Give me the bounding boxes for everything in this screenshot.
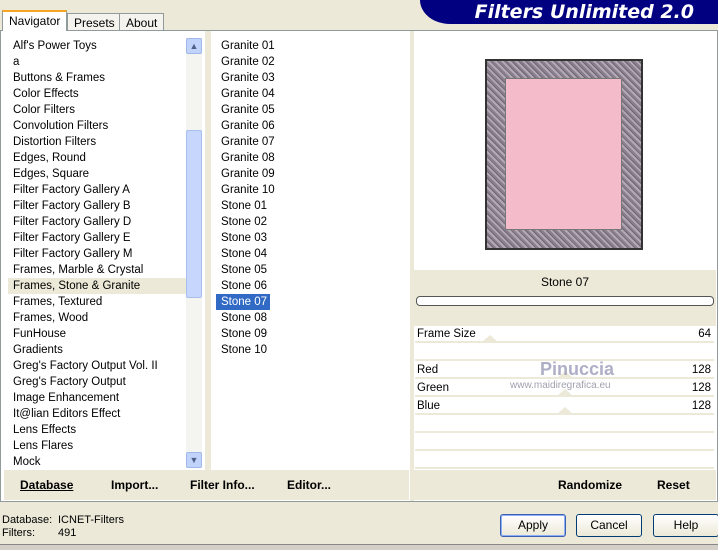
app-banner: Filters Unlimited 2.0	[420, 0, 718, 24]
right-action-bar: Randomize Reset	[414, 470, 716, 500]
category-item[interactable]: Filter Factory Gallery B	[8, 198, 186, 214]
category-item[interactable]: Filter Factory Gallery E	[8, 230, 186, 246]
background-taskbar	[0, 544, 718, 550]
filter-item[interactable]: Stone 09	[216, 326, 406, 342]
filters-label: Filters:	[2, 527, 35, 539]
category-item[interactable]: a	[8, 54, 186, 70]
filter-item[interactable]: Granite 09	[216, 166, 406, 182]
filter-list[interactable]: Granite 01Granite 02Granite 03Granite 04…	[216, 38, 406, 358]
preview-frame	[485, 59, 643, 250]
filter-item[interactable]: Stone 05	[216, 262, 406, 278]
category-item[interactable]: It@lian Editors Effect	[8, 406, 186, 422]
category-item[interactable]: Edges, Square	[8, 166, 186, 182]
category-item[interactable]: Edges, Round	[8, 150, 186, 166]
slider-empty	[415, 416, 714, 433]
slider-value: 64	[698, 328, 711, 340]
scroll-down-icon[interactable]: ▼	[186, 452, 202, 468]
category-list[interactable]: Alf's Power Toys a Buttons & Frames Color E…	[8, 38, 186, 470]
slider-empty	[415, 452, 714, 469]
watermark-name: Pinuccia	[540, 359, 615, 379]
filter-item[interactable]: Granite 02	[216, 54, 406, 70]
database-label: Database:	[2, 514, 53, 526]
category-scrollbar[interactable]: ▲ ▼	[186, 38, 202, 468]
slider-label: Blue	[417, 400, 441, 412]
category-item[interactable]: Greg's Factory Output	[8, 374, 186, 390]
category-item[interactable]: Alf's Power Toys	[8, 38, 186, 54]
divider	[205, 31, 211, 471]
left-action-bar: Database Import... Filter Info... Editor…	[4, 470, 409, 500]
help-button[interactable]: Help	[653, 514, 718, 537]
filter-item[interactable]: Granite 08	[216, 150, 406, 166]
filter-item[interactable]: Granite 07	[216, 134, 406, 150]
filter-item[interactable]: Stone 03	[216, 230, 406, 246]
category-item[interactable]: Color Filters	[8, 102, 186, 118]
category-item[interactable]: Lens Effects	[8, 422, 186, 438]
category-item[interactable]: Frames, Stone & Granite	[8, 278, 186, 294]
reset-button[interactable]: Reset	[657, 478, 690, 492]
scroll-thumb[interactable]	[186, 130, 202, 298]
filter-item[interactable]: Stone 01	[216, 198, 406, 214]
category-item[interactable]: Greg's Factory Output Vol. II	[8, 358, 186, 374]
watermark-url: www.maidiregrafica.eu	[510, 380, 611, 391]
filter-item[interactable]: Stone 08	[216, 310, 406, 326]
selected-filter-title: Stone 07	[540, 275, 590, 289]
category-item[interactable]: Lens Flares	[8, 438, 186, 454]
category-item[interactable]: Filter Factory Gallery D	[8, 214, 186, 230]
filter-item[interactable]: Stone 02	[216, 214, 406, 230]
tab-presets[interactable]: Presets	[67, 13, 122, 31]
category-item[interactable]: Distortion Filters	[8, 134, 186, 150]
filter-info-button[interactable]: Filter Info...	[190, 478, 255, 492]
filter-item[interactable]: Granite 01	[216, 38, 406, 54]
filters-count: 491	[58, 527, 77, 539]
tab-about[interactable]: About	[119, 13, 165, 31]
category-item[interactable]: Filter Factory Gallery A	[8, 182, 186, 198]
scroll-up-icon[interactable]: ▲	[186, 38, 202, 54]
category-item[interactable]: Convolution Filters	[8, 118, 186, 134]
filter-item[interactable]: Granite 03	[216, 70, 406, 86]
randomize-button[interactable]: Randomize	[558, 478, 622, 492]
filter-item[interactable]: Stone 10	[216, 342, 406, 358]
database-value: ICNET-Filters	[58, 514, 124, 526]
category-item[interactable]: FunHouse	[8, 326, 186, 342]
category-item[interactable]: Mock	[8, 454, 186, 470]
category-item[interactable]: Image Enhancement	[8, 390, 186, 406]
editor-button[interactable]: Editor...	[287, 478, 331, 492]
slider-label: Green	[417, 382, 449, 394]
filter-item[interactable]: Stone 06	[216, 278, 406, 294]
import-button[interactable]: Import...	[111, 478, 158, 492]
database-button[interactable]: Database	[20, 478, 73, 492]
slider-empty	[415, 434, 714, 451]
category-item[interactable]: Filter Factory Gallery M	[8, 246, 186, 262]
filter-item[interactable]: Granite 06	[216, 118, 406, 134]
slider-label: Frame Size	[417, 328, 476, 340]
slider-value: 128	[691, 400, 711, 412]
filter-item[interactable]: Stone 07	[216, 294, 270, 310]
filter-item[interactable]: Granite 05	[216, 102, 406, 118]
filter-item[interactable]: Granite 04	[216, 86, 406, 102]
slider-frame-size[interactable]: Frame Size 64	[415, 326, 714, 343]
slider-value: 128	[691, 382, 711, 394]
apply-button[interactable]: Apply	[500, 514, 566, 537]
slider-value: 128	[691, 364, 711, 376]
slider-label: Red	[417, 364, 439, 376]
slider-blue[interactable]: Blue 128	[415, 398, 714, 415]
cancel-button[interactable]: Cancel	[576, 514, 642, 537]
tab-navigator[interactable]: Navigator	[2, 10, 68, 31]
filter-item[interactable]: Granite 10	[216, 182, 406, 198]
category-item[interactable]: Frames, Wood	[8, 310, 186, 326]
category-item[interactable]: Color Effects	[8, 86, 186, 102]
category-item[interactable]: Buttons & Frames	[8, 70, 186, 86]
category-item[interactable]: Frames, Marble & Crystal	[8, 262, 186, 278]
category-item[interactable]: Frames, Textured	[8, 294, 186, 310]
filter-item[interactable]: Stone 04	[216, 246, 406, 262]
category-item[interactable]: Gradients	[8, 342, 186, 358]
divider	[410, 31, 414, 501]
progress-bar	[416, 296, 714, 306]
